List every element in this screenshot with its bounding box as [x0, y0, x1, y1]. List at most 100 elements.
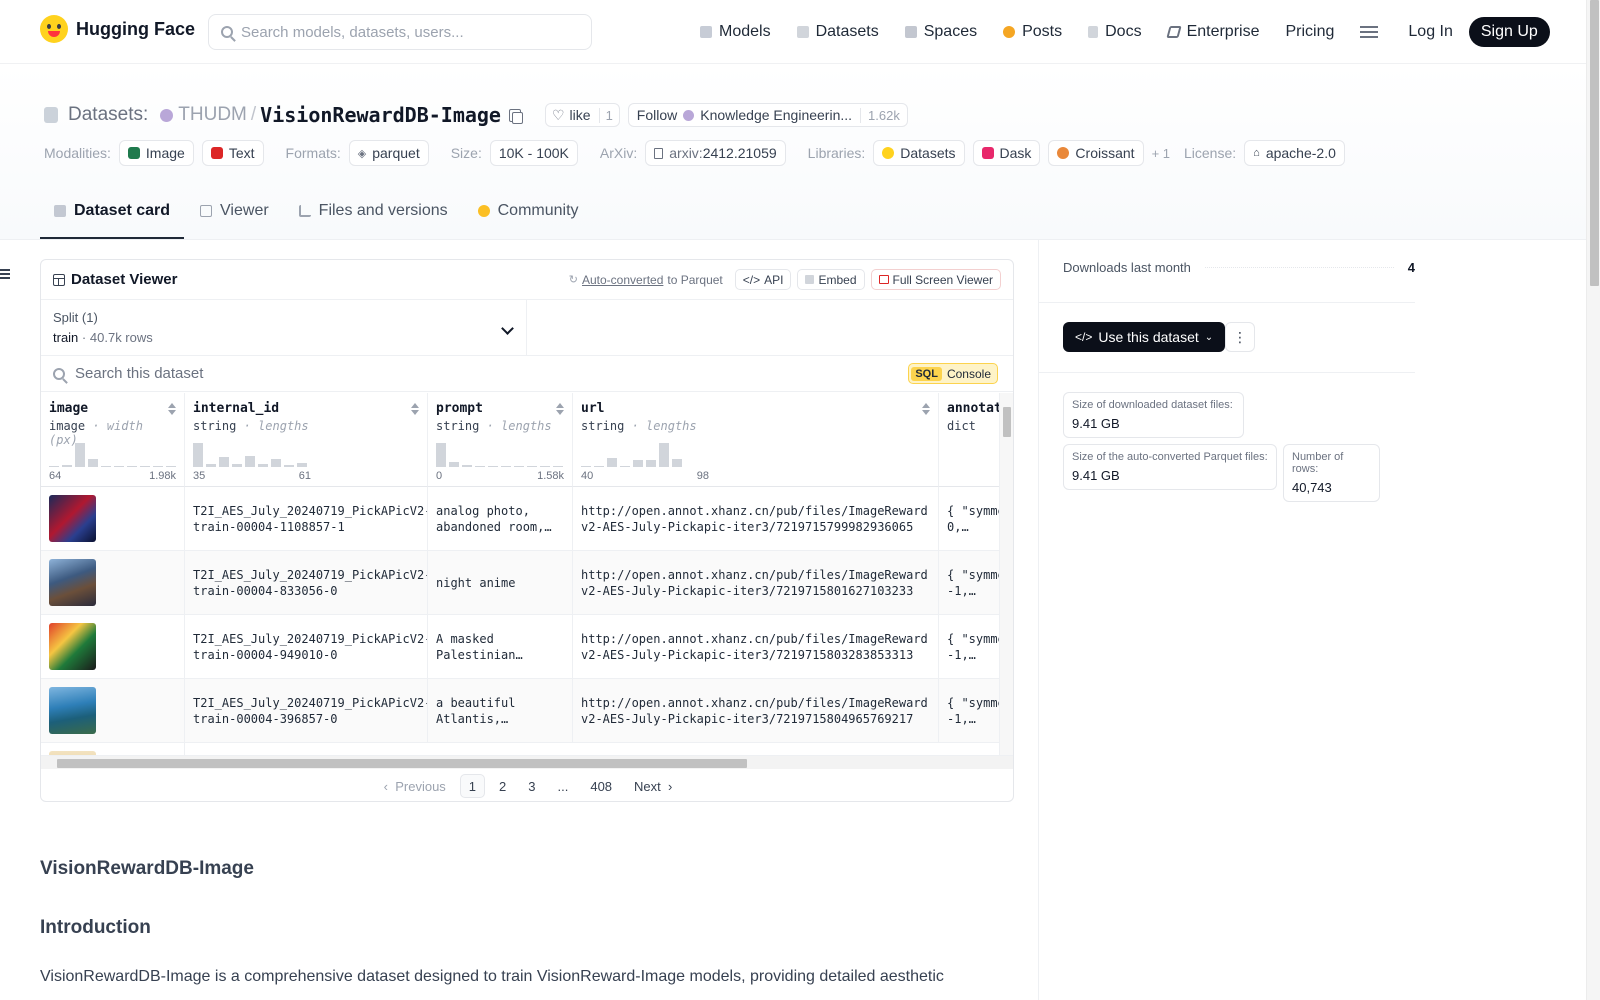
- copy-icon[interactable]: [508, 108, 523, 124]
- table-cell-url[interactable]: http://open.annot.xhanz.cn/pub/files/Ima…: [573, 487, 939, 551]
- arxiv-tag[interactable]: arxiv:2412.21059: [645, 140, 786, 166]
- library-datasets-label: Datasets: [900, 145, 956, 161]
- modality-text-tag[interactable]: Text: [201, 140, 264, 166]
- page-button[interactable]: 2: [491, 774, 514, 798]
- column-header-prompt[interactable]: prompt string · lengths 0 1.58k: [428, 393, 573, 487]
- more-libraries[interactable]: + 1: [1152, 146, 1170, 161]
- login-link[interactable]: Log In: [1408, 23, 1452, 41]
- table-cell-annotation[interactable]: { "symme -1,…: [939, 551, 999, 615]
- dataset-search[interactable]: SQL Console: [41, 356, 1013, 392]
- table-cell-prompt[interactable]: analog photo, abandoned room,…: [428, 487, 573, 551]
- scrollbar-thumb[interactable]: [1003, 407, 1011, 437]
- more-options-button[interactable]: ⋮: [1225, 322, 1255, 352]
- column-header-image[interactable]: image image · width (px) 64 1.98k: [41, 393, 185, 487]
- histogram-max: 98: [696, 470, 709, 482]
- previous-page-button[interactable]: ‹ Previous: [376, 774, 454, 798]
- column-header-url[interactable]: url string · lengths 40 98: [573, 393, 939, 487]
- tab-dataset-card[interactable]: Dataset card: [40, 185, 185, 239]
- sql-console-button[interactable]: SQL Console: [908, 363, 998, 384]
- table-cell-internal-id[interactable]: T2I_AES_July_20240719_PickAPicV2-train-0…: [185, 679, 428, 743]
- tab-community[interactable]: Community: [464, 185, 593, 239]
- page-button[interactable]: 408: [582, 774, 620, 798]
- histogram-bar: [436, 443, 446, 467]
- scrollbar-thumb[interactable]: [57, 759, 747, 768]
- global-search[interactable]: [208, 14, 592, 50]
- breadcrumb-separator: /: [250, 104, 257, 125]
- table-cell-annotation[interactable]: { "symme -1,…: [939, 615, 999, 679]
- brand-name: Hugging Face: [76, 18, 196, 39]
- like-button[interactable]: ♡ like 1: [544, 103, 620, 127]
- library-datasets-tag[interactable]: Datasets: [873, 140, 965, 166]
- dataset-name[interactable]: VisionRewardDB-Image: [260, 103, 501, 127]
- next-page-button[interactable]: Next ›: [626, 774, 680, 798]
- row-thumbnail-image[interactable]: [49, 495, 96, 542]
- format-parquet-tag[interactable]: ◈ parquet: [348, 140, 429, 166]
- histogram-bar: [514, 466, 524, 467]
- toc-toggle-icon[interactable]: [0, 269, 10, 279]
- sort-icon[interactable]: [556, 403, 564, 415]
- table-cell-image[interactable]: [41, 487, 185, 551]
- library-dask-tag[interactable]: Dask: [972, 140, 1041, 166]
- page-scrollbar[interactable]: [1586, 0, 1600, 1000]
- tab-files[interactable]: Files and versions: [285, 185, 462, 239]
- fullscreen-viewer-button[interactable]: Full Screen Viewer: [870, 269, 1001, 290]
- sort-icon[interactable]: [411, 403, 419, 415]
- table-cell-internal-id[interactable]: T2I_AES_July_20240719_PickAPicV2-train-0…: [185, 551, 428, 615]
- histogram-bar: [153, 466, 163, 467]
- table-cell-annotation[interactable]: { "symme 0,…: [939, 487, 999, 551]
- table-cell-internal-id[interactable]: T2I_AES_July_20240719_PickAPicV2-train-0…: [185, 487, 428, 551]
- column-header-internal-id[interactable]: internal_id string · lengths 35 61: [185, 393, 428, 487]
- table-cell-prompt[interactable]: A masked Palestinian…: [428, 615, 573, 679]
- table-cell-annotation[interactable]: { "symme -1,…: [939, 679, 999, 743]
- sort-icon[interactable]: [922, 403, 930, 415]
- signup-button[interactable]: Sign Up: [1468, 17, 1550, 47]
- nav-pricing[interactable]: Pricing: [1285, 23, 1334, 41]
- table-cell-prompt[interactable]: night anime: [428, 551, 573, 615]
- page-button[interactable]: 3: [520, 774, 543, 798]
- histogram-min: 40: [581, 470, 594, 482]
- scrollbar-thumb[interactable]: [1590, 0, 1599, 286]
- table-horizontal-scrollbar[interactable]: [41, 755, 1013, 769]
- table-cell-image[interactable]: [41, 679, 185, 743]
- table-cell-url[interactable]: http://open.annot.xhanz.cn/pub/files/Ima…: [573, 679, 939, 743]
- more-menu-icon[interactable]: [1360, 26, 1379, 38]
- embed-button[interactable]: Embed: [797, 269, 865, 290]
- table-cell-url[interactable]: http://open.annot.xhanz.cn/pub/files/Ima…: [573, 551, 939, 615]
- auto-converted-link[interactable]: Auto-converted: [582, 273, 663, 287]
- column-header-annotation[interactable]: annotati dict: [939, 393, 999, 487]
- nav-models[interactable]: Models: [700, 23, 771, 41]
- histogram-bar: [488, 466, 498, 467]
- nav-datasets[interactable]: Datasets: [796, 23, 879, 41]
- page-button[interactable]: 1: [459, 774, 486, 798]
- nav-spaces[interactable]: Spaces: [904, 23, 977, 41]
- nav-enterprise[interactable]: Enterprise: [1165, 23, 1259, 41]
- nav-posts[interactable]: Posts: [1003, 23, 1062, 41]
- row-thumbnail-image[interactable]: [49, 623, 96, 670]
- table-cell-image[interactable]: [41, 615, 185, 679]
- modality-image-tag[interactable]: Image: [118, 140, 194, 166]
- sort-icon[interactable]: [168, 403, 176, 415]
- row-thumbnail-image[interactable]: [49, 559, 96, 606]
- table-cell-image[interactable]: [41, 743, 185, 755]
- global-search-input[interactable]: [241, 23, 561, 41]
- license-tag[interactable]: ⌂ apache-2.0: [1244, 140, 1345, 166]
- datasets-breadcrumb[interactable]: Datasets:: [68, 104, 148, 126]
- size-tag[interactable]: 10K - 100K: [489, 140, 578, 166]
- table-cell-image[interactable]: [41, 551, 185, 615]
- org-link[interactable]: THUDM: [178, 104, 247, 126]
- tab-viewer[interactable]: Viewer: [186, 185, 283, 239]
- table-cell-prompt[interactable]: a beautiful Atlantis,…: [428, 679, 573, 743]
- use-dataset-button[interactable]: </> Use this dataset ⌄: [1063, 322, 1226, 352]
- brand-logo[interactable]: Hugging Face: [40, 15, 195, 43]
- nav-docs[interactable]: Docs: [1088, 23, 1142, 41]
- row-thumbnail-image[interactable]: [49, 687, 96, 734]
- follow-button[interactable]: Follow Knowledge Engineerin... 1.62k: [627, 103, 908, 127]
- dataset-search-input[interactable]: [75, 365, 775, 382]
- library-croissant-tag[interactable]: Croissant: [1048, 140, 1144, 166]
- table-cell-internal-id[interactable]: T2I_AES_July_20240719_PickAPicV2-train-0…: [185, 615, 428, 679]
- table-vertical-scrollbar[interactable]: [999, 393, 1013, 755]
- split-selector[interactable]: Split (1) train · 40.7k rows: [41, 300, 527, 356]
- histogram-bar: [271, 459, 281, 467]
- table-cell-url[interactable]: http://open.annot.xhanz.cn/pub/files/Ima…: [573, 615, 939, 679]
- api-button[interactable]: </> API: [734, 269, 792, 290]
